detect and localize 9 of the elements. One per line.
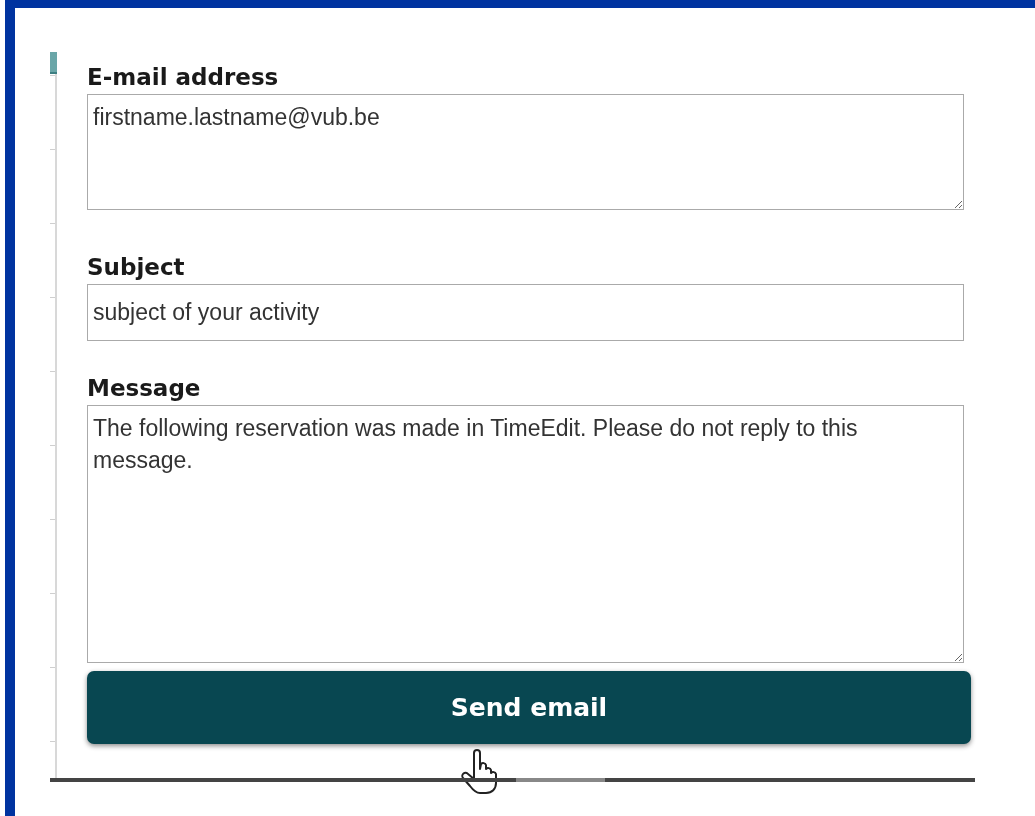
field-label: E-mail address [87, 64, 279, 90]
subject-field[interactable]: subject of your activity [87, 284, 964, 341]
scrollbar-thumb[interactable] [516, 778, 605, 782]
field-label: Message [87, 375, 201, 401]
field-label: Subject [87, 254, 185, 280]
scrollbar-thumb[interactable] [50, 52, 57, 74]
email-field[interactable]: firstname.lastname@vub.be [87, 94, 964, 210]
send-email-button[interactable]: Send email [87, 671, 971, 744]
message-field[interactable]: The following reservation was made in TimeEdit. Please do not reply to this message. [87, 405, 964, 663]
